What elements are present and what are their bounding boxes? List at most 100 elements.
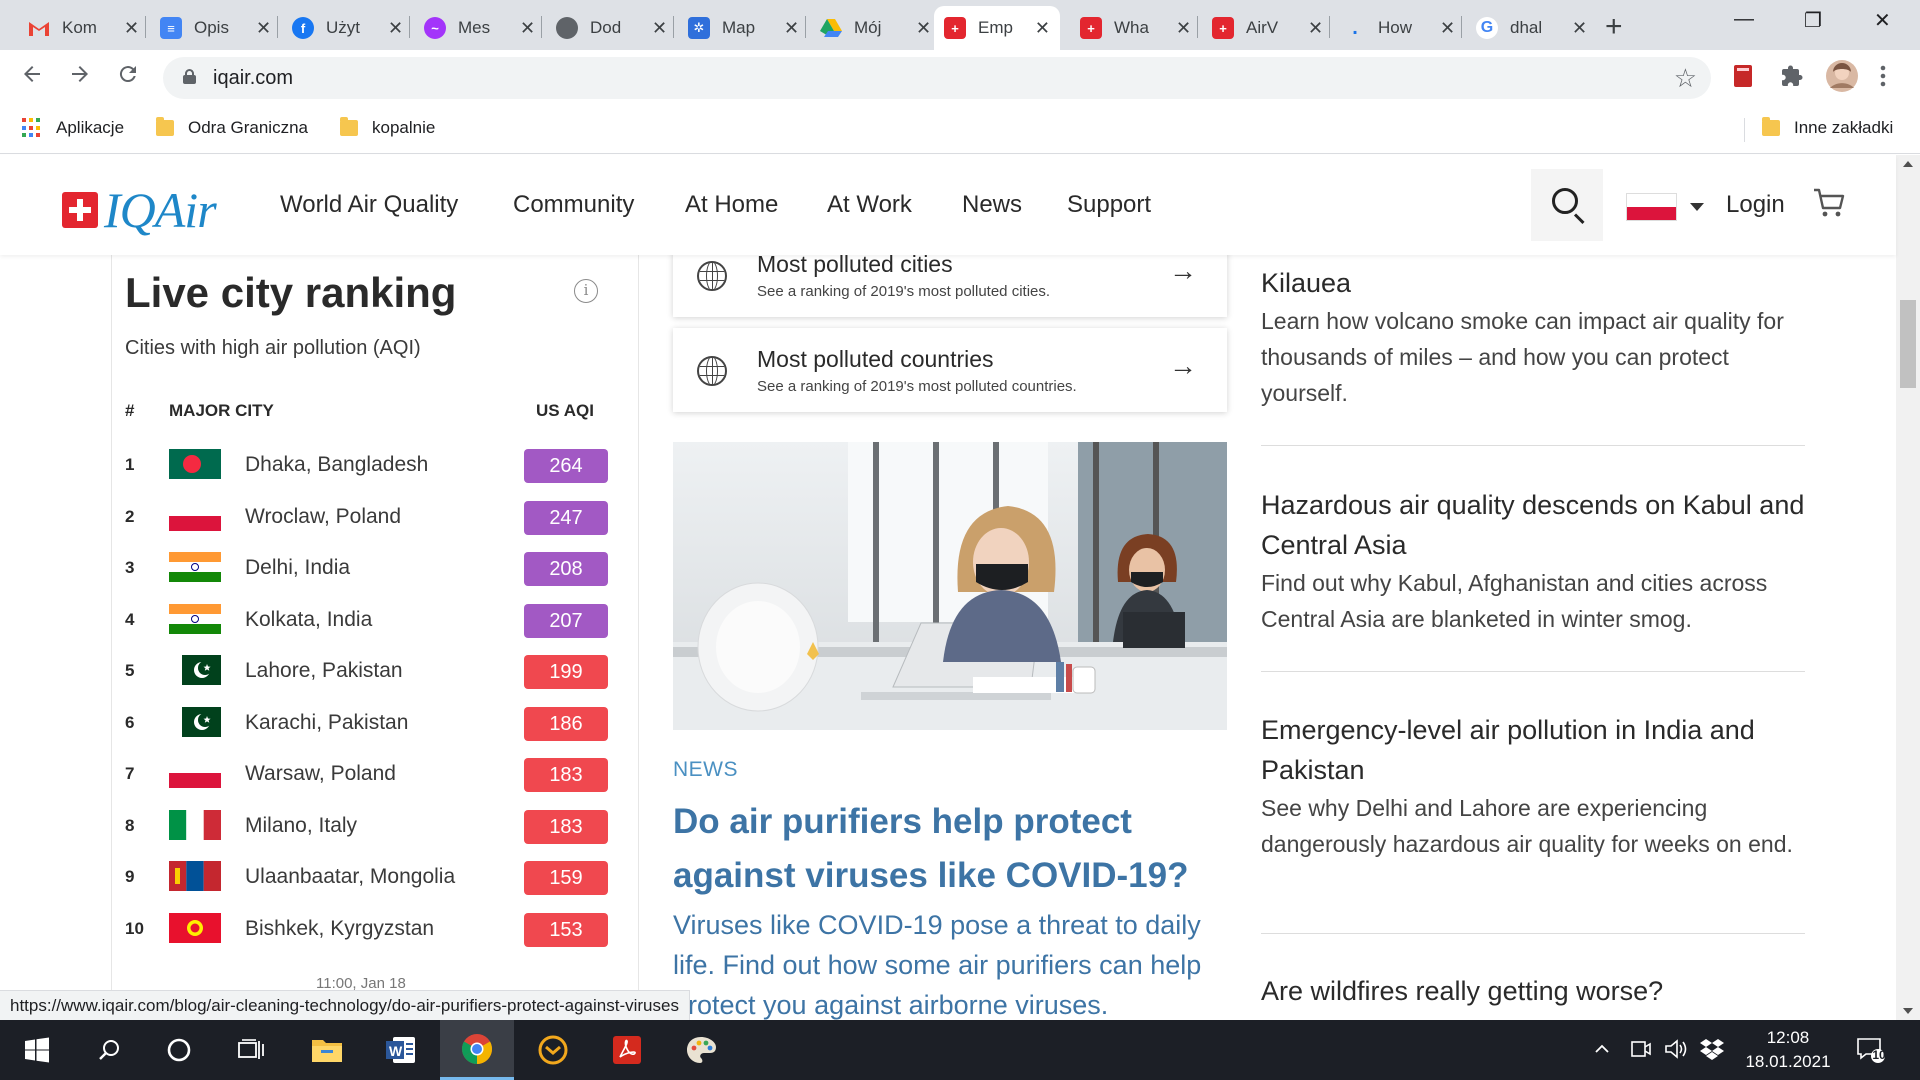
scroll-down-arrow-icon[interactable]: [1903, 1008, 1913, 1014]
maximize-button[interactable]: ❐: [1804, 8, 1822, 33]
news-hero-image[interactable]: [673, 442, 1227, 730]
info-icon[interactable]: i: [574, 279, 598, 303]
article-title[interactable]: Are wildfires really getting worse?: [1261, 971, 1805, 1011]
tab-google[interactable]: G dhal ✕: [1466, 6, 1597, 50]
word-icon[interactable]: W: [364, 1020, 438, 1080]
iqair-logo[interactable]: IQAir: [62, 181, 217, 239]
ranking-row[interactable]: 8 Milano, Italy 183: [112, 809, 640, 862]
tab-drive[interactable]: Mój ✕: [810, 6, 941, 50]
url-text[interactable]: iqair.com: [213, 67, 293, 90]
close-icon[interactable]: ✕: [1572, 18, 1587, 39]
dropbox-icon[interactable]: [1700, 1038, 1724, 1065]
search-button[interactable]: [1531, 169, 1603, 241]
tab-facebook[interactable]: f Użyt ✕: [282, 6, 413, 50]
tab-docs[interactable]: ≡ Opis ✕: [150, 6, 281, 50]
city-name[interactable]: Kolkata, India: [245, 608, 372, 632]
acrobat-icon[interactable]: [590, 1020, 664, 1080]
city-name[interactable]: Bishkek, Kyrgyzstan: [245, 917, 434, 941]
city-name[interactable]: Warsaw, Poland: [245, 762, 396, 786]
notifications-icon[interactable]: 10: [1856, 1036, 1886, 1069]
extension-book-icon[interactable]: [1732, 64, 1754, 93]
scrollbar-thumb[interactable]: [1900, 300, 1916, 388]
city-name[interactable]: Wroclaw, Poland: [245, 505, 401, 529]
nav-support[interactable]: Support: [1067, 191, 1151, 219]
nav-world-air-quality[interactable]: World Air Quality: [280, 191, 458, 219]
back-arrow-icon[interactable]: [20, 62, 44, 93]
nav-community[interactable]: Community: [513, 191, 634, 219]
ranking-row[interactable]: 1 Dhaka, Bangladesh 264: [112, 449, 640, 501]
close-icon[interactable]: ✕: [1308, 18, 1323, 39]
city-name[interactable]: Milano, Italy: [245, 814, 357, 838]
profile-avatar[interactable]: [1826, 60, 1858, 97]
close-icon[interactable]: ✕: [520, 18, 535, 39]
meet-now-icon[interactable]: [1630, 1038, 1652, 1065]
ranking-row[interactable]: 2 Wroclaw, Poland 247: [112, 500, 640, 553]
reload-icon[interactable]: [116, 62, 140, 93]
nav-at-work[interactable]: At Work: [827, 191, 912, 219]
ranking-row[interactable]: 10 Bishkek, Kyrgyzstan 153: [112, 912, 640, 965]
tab-gmail[interactable]: Kom ✕: [18, 6, 149, 50]
nav-news[interactable]: News: [962, 191, 1022, 219]
bookmark-other[interactable]: Inne zakładki: [1762, 117, 1893, 138]
tab-dod[interactable]: Dod ✕: [546, 6, 677, 50]
tab-map[interactable]: ✲ Map ✕: [678, 6, 809, 50]
ranking-row[interactable]: 6 Karachi, Pakistan 186: [112, 706, 640, 759]
tab-how[interactable]: . How ✕: [1334, 6, 1465, 50]
ranking-row[interactable]: 7 Warsaw, Poland 183: [112, 758, 640, 810]
ranking-row[interactable]: 5 Lahore, Pakistan 199: [112, 655, 640, 707]
login-link[interactable]: Login: [1726, 191, 1785, 219]
most-polluted-cities-card[interactable]: Most polluted cities See a ranking of 20…: [673, 255, 1227, 317]
close-icon[interactable]: ✕: [1035, 18, 1050, 39]
close-icon[interactable]: ✕: [1176, 18, 1191, 39]
article-title[interactable]: Kilauea: [1261, 263, 1805, 303]
volume-icon[interactable]: [1664, 1038, 1688, 1065]
ranking-row[interactable]: 4 Kolkata, India 207: [112, 603, 640, 656]
clock[interactable]: 12:08 18.01.2021: [1740, 1026, 1836, 1074]
ranking-row[interactable]: 9 Ulaanbaatar, Mongolia 159: [112, 861, 640, 913]
search-icon[interactable]: [72, 1020, 146, 1080]
city-name[interactable]: Delhi, India: [245, 556, 350, 580]
poland-flag[interactable]: [1626, 193, 1677, 221]
extensions-puzzle-icon[interactable]: [1780, 64, 1804, 93]
minimize-button[interactable]: —: [1734, 8, 1754, 31]
start-icon[interactable]: [0, 1020, 74, 1080]
close-icon[interactable]: ✕: [652, 18, 667, 39]
forward-arrow-icon[interactable]: [68, 62, 92, 93]
bookmark-folder-kopalnie[interactable]: kopalnie: [340, 117, 435, 138]
chevron-up-icon[interactable]: [1594, 1038, 1610, 1059]
task-view-icon[interactable]: [214, 1020, 288, 1080]
window-close-button[interactable]: ✕: [1874, 8, 1891, 33]
page-scrollbar[interactable]: [1896, 155, 1920, 1020]
new-tab-button[interactable]: +: [1605, 10, 1623, 44]
bookmark-apps[interactable]: Aplikacje: [22, 118, 124, 138]
tab-iqair-3[interactable]: + AirV ✕: [1202, 6, 1333, 50]
close-icon[interactable]: ✕: [916, 18, 931, 39]
city-name[interactable]: Lahore, Pakistan: [245, 659, 403, 683]
ranking-row[interactable]: 3 Delhi, India 208: [112, 552, 640, 604]
file-explorer-icon[interactable]: [290, 1020, 364, 1080]
news-headline[interactable]: Do air purifiers help protect against vi…: [673, 795, 1213, 903]
chrome-icon[interactable]: [440, 1020, 514, 1080]
tab-messenger[interactable]: ~ Mes ✕: [414, 6, 545, 50]
close-icon[interactable]: ✕: [256, 18, 271, 39]
bookmark-folder-odra[interactable]: Odra Graniczna: [156, 117, 308, 138]
tab-iqair-active[interactable]: + Emp ✕: [934, 6, 1060, 50]
mailbird-icon[interactable]: [516, 1020, 590, 1080]
most-polluted-countries-card[interactable]: Most polluted countries See a ranking of…: [673, 328, 1227, 412]
chevron-down-icon[interactable]: [1690, 203, 1704, 211]
city-name[interactable]: Karachi, Pakistan: [245, 711, 408, 735]
news-category-tag[interactable]: NEWS: [673, 758, 738, 782]
close-icon[interactable]: ✕: [388, 18, 403, 39]
bookmark-star-icon[interactable]: ☆: [1674, 63, 1697, 94]
close-icon[interactable]: ✕: [124, 18, 139, 39]
city-name[interactable]: Ulaanbaatar, Mongolia: [245, 865, 455, 889]
article-title[interactable]: Emergency-level air pollution in India a…: [1261, 710, 1805, 790]
cart-icon[interactable]: [1812, 187, 1846, 224]
close-icon[interactable]: ✕: [784, 18, 799, 39]
nav-at-home[interactable]: At Home: [685, 191, 778, 219]
scroll-up-arrow-icon[interactable]: [1903, 161, 1913, 167]
city-name[interactable]: Dhaka, Bangladesh: [245, 453, 428, 477]
tab-iqair-2[interactable]: + Wha ✕: [1070, 6, 1201, 50]
article-title[interactable]: Hazardous air quality descends on Kabul …: [1261, 485, 1805, 565]
menu-kebab-icon[interactable]: [1880, 64, 1886, 93]
